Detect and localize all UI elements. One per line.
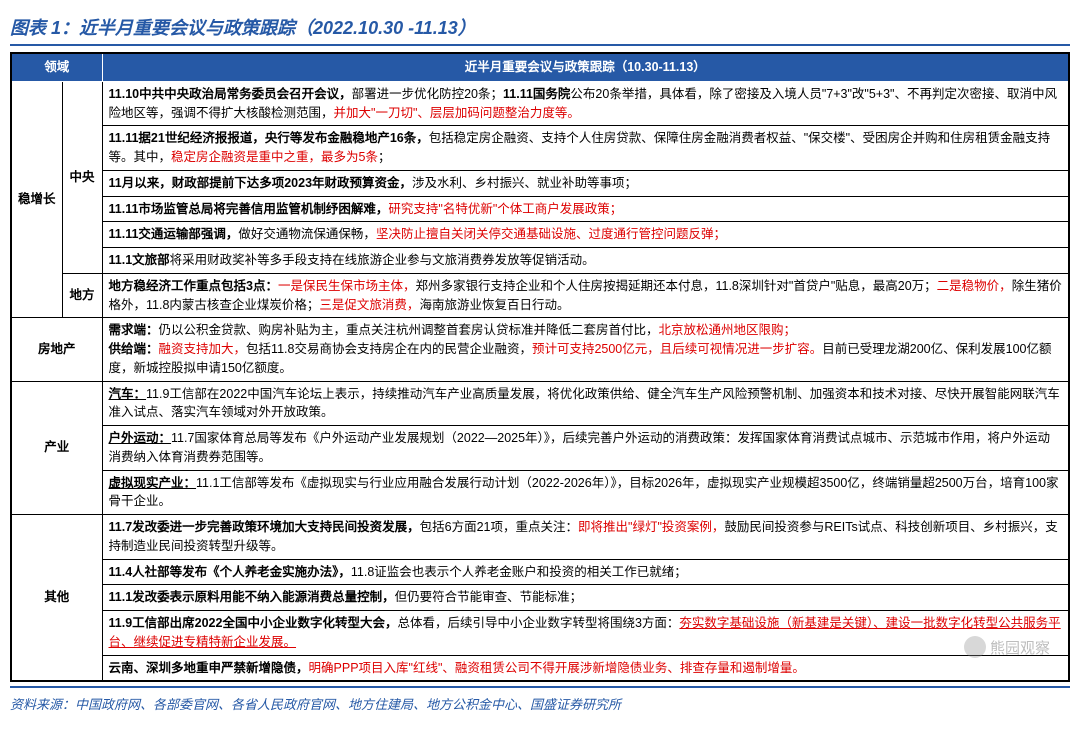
cat-cy: 产业 [11, 381, 102, 515]
table-row: 房地产 需求端：仍以公积金贷款、购房补贴为主，重点关注杭州调整首套房认贷标准并降… [11, 318, 1069, 381]
cell-content: 户外运动：11.7国家体育总局等发布《户外运动产业发展规划（2022—2025年… [102, 426, 1069, 471]
table-row: 云南、深圳多地重申严禁新增隐债，明确PPP项目入库"红线"、融资租赁公司不得开展… [11, 655, 1069, 681]
figure-title: 图表 1：近半月重要会议与政策跟踪（2022.10.30 -11.13） [10, 10, 1070, 46]
cell-content: 11月以来，财政部提前下达多项2023年财政预算资金，涉及水利、乡村振兴、就业补… [102, 170, 1069, 196]
table-row: 其他 11.7发改委进一步完善政策环境加大支持民间投资发展，包括6方面21项，重… [11, 515, 1069, 560]
cell-content: 11.4人社部等发布《个人养老金实施办法》，11.8证监会也表示个人养老金账户和… [102, 559, 1069, 585]
cell-content: 11.11据21世纪经济报报道，央行等发布金融稳地产16条，包括稳定房企融资、支… [102, 126, 1069, 171]
cat-wzz: 稳增长 [11, 81, 62, 318]
table-row: 11.1文旅部将采用财政奖补等多手段支持在线旅游企业参与文旅消费券发放等促销活动… [11, 248, 1069, 274]
table-row: 11.11据21世纪经济报报道，央行等发布金融稳地产16条，包括稳定房企融资、支… [11, 126, 1069, 171]
table-header-row: 领域 近半月重要会议与政策跟踪（10.30-11.13） [11, 53, 1069, 81]
source-text: 资料来源：中国政府网、各部委官网、各省人民政府官网、地方住建局、地方公积金中心、… [10, 686, 1070, 719]
cat-fdc: 房地产 [11, 318, 102, 381]
cell-content: 汽车：11.9工信部在2022中国汽车论坛上表示，持续推动汽车产业高质量发展，将… [102, 381, 1069, 426]
table-row: 11.11交通运输部强调，做好交通物流保通保畅，坚决防止擅自关闭关停交通基础设施… [11, 222, 1069, 248]
table-row: 11.9工信部出席2022全国中小企业数字化转型大会，总体看，后续引导中小企业数… [11, 611, 1069, 656]
sub-df: 地方 [62, 273, 102, 318]
table-row: 11月以来，财政部提前下达多项2023年财政预算资金，涉及水利、乡村振兴、就业补… [11, 170, 1069, 196]
table-row: 11.4人社部等发布《个人养老金实施办法》，11.8证监会也表示个人养老金账户和… [11, 559, 1069, 585]
col-content: 近半月重要会议与政策跟踪（10.30-11.13） [102, 53, 1069, 81]
cat-qt: 其他 [11, 515, 102, 682]
cell-content: 11.1文旅部将采用财政奖补等多手段支持在线旅游企业参与文旅消费券发放等促销活动… [102, 248, 1069, 274]
table-row: 地方 地方稳经济工作重点包括3点：一是保民生保市场主体，郑州多家银行支持企业和个… [11, 273, 1069, 318]
cell-content: 11.9工信部出席2022全国中小企业数字化转型大会，总体看，后续引导中小企业数… [102, 611, 1069, 656]
table-row: 产业 汽车：11.9工信部在2022中国汽车论坛上表示，持续推动汽车产业高质量发… [11, 381, 1069, 426]
col-domain: 领域 [11, 53, 102, 81]
cell-content: 11.11交通运输部强调，做好交通物流保通保畅，坚决防止擅自关闭关停交通基础设施… [102, 222, 1069, 248]
cell-content: 云南、深圳多地重申严禁新增隐债，明确PPP项目入库"红线"、融资租赁公司不得开展… [102, 655, 1069, 681]
cell-content: 11.7发改委进一步完善政策环境加大支持民间投资发展，包括6方面21项，重点关注… [102, 515, 1069, 560]
cell-content: 11.1发改委表示原料用能不纳入能源消费总量控制，但仍要符合节能审查、节能标准； [102, 585, 1069, 611]
watermark: 熊园观察 [964, 636, 1050, 658]
table-row: 虚拟现实产业：11.1工信部等发布《虚拟现实与行业应用融合发展行动计划（2022… [11, 470, 1069, 515]
policy-table: 领域 近半月重要会议与政策跟踪（10.30-11.13） 稳增长 中央 11.1… [10, 52, 1070, 682]
cell-content: 11.10中共中央政治局常务委员会召开会议，部署进一步优化防控20条；11.11… [102, 81, 1069, 126]
cell-content: 地方稳经济工作重点包括3点：一是保民生保市场主体，郑州多家银行支持企业和个人住房… [102, 273, 1069, 318]
table-row: 户外运动：11.7国家体育总局等发布《户外运动产业发展规划（2022—2025年… [11, 426, 1069, 471]
cell-content: 需求端：仍以公积金贷款、购房补贴为主，重点关注杭州调整首套房认贷标准并降低二套房… [102, 318, 1069, 381]
table-row: 11.1发改委表示原料用能不纳入能源消费总量控制，但仍要符合节能审查、节能标准； [11, 585, 1069, 611]
wechat-icon [964, 636, 986, 658]
cell-content: 11.11市场监管总局将完善信用监管机制纾困解难，研究支持"名特优新"个体工商户… [102, 196, 1069, 222]
table-row: 稳增长 中央 11.10中共中央政治局常务委员会召开会议，部署进一步优化防控20… [11, 81, 1069, 126]
sub-zy: 中央 [62, 81, 102, 273]
cell-content: 虚拟现实产业：11.1工信部等发布《虚拟现实与行业应用融合发展行动计划（2022… [102, 470, 1069, 515]
table-row: 11.11市场监管总局将完善信用监管机制纾困解难，研究支持"名特优新"个体工商户… [11, 196, 1069, 222]
watermark-text: 熊园观察 [990, 637, 1050, 658]
